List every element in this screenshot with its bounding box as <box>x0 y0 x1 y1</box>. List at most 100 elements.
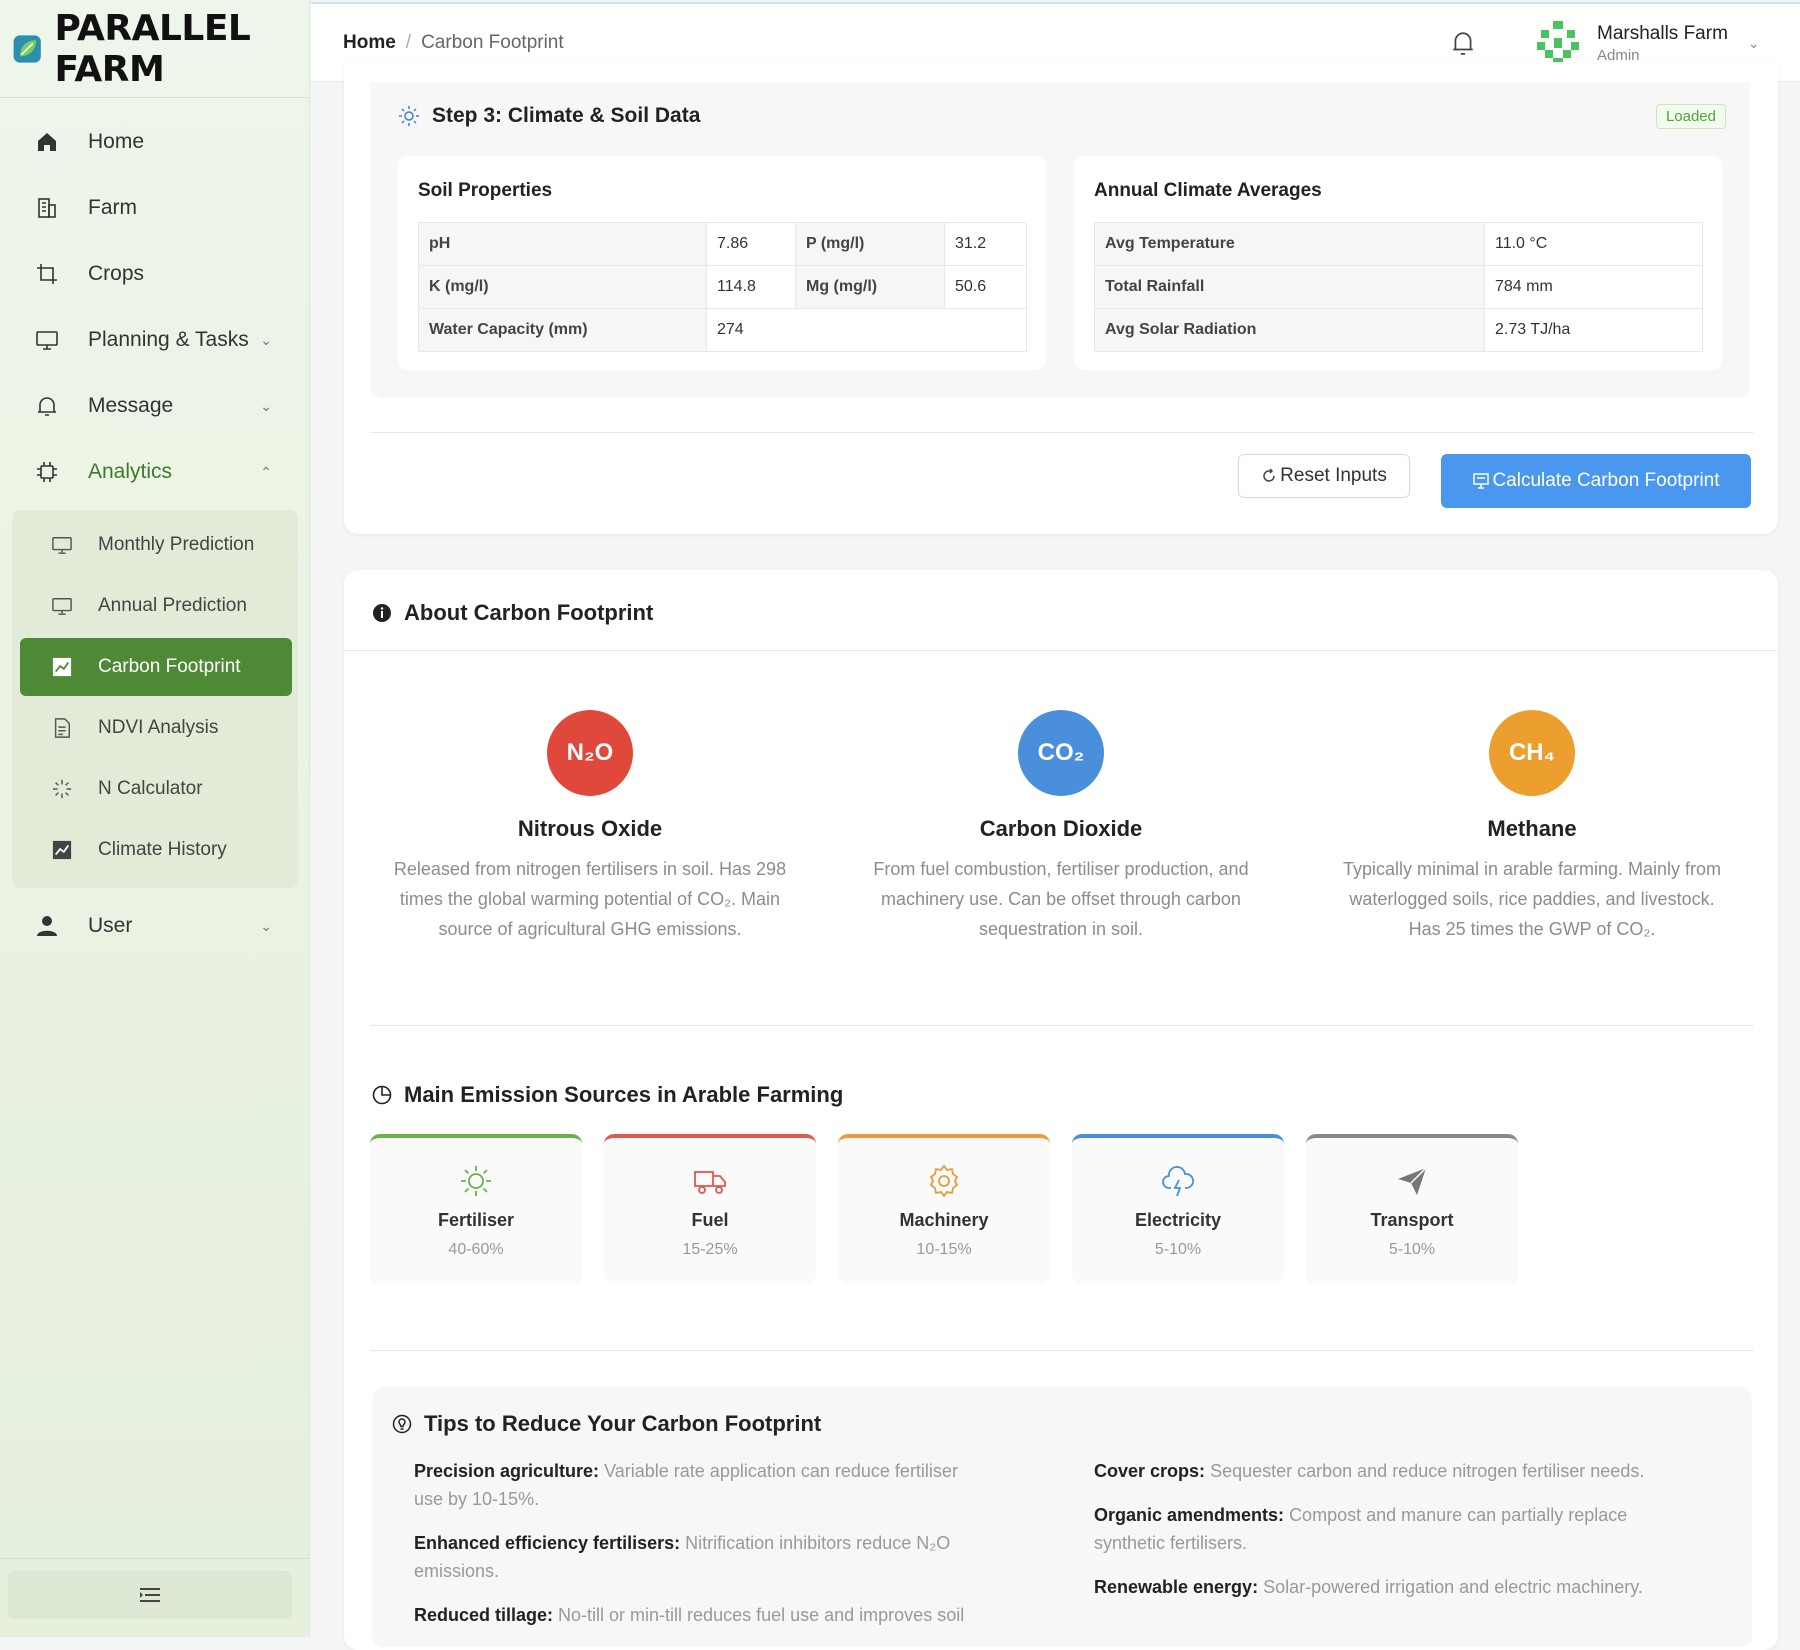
analytics-submenu: Monthly Prediction Annual Prediction Car… <box>12 510 298 888</box>
climate-averages-title: Annual Climate Averages <box>1094 180 1322 201</box>
bulb-icon <box>392 1414 412 1434</box>
sidebar-item-label: Farm <box>88 196 137 219</box>
sidebar-item-message[interactable]: Message ⌄ <box>20 378 290 434</box>
submenu-item-carbon-footprint[interactable]: Carbon Footprint <box>20 638 292 696</box>
home-icon <box>32 131 62 153</box>
gas-description: Typically minimal in arable farming. Mai… <box>1342 859 1722 939</box>
table-cell: Mg (mg/l) <box>795 265 945 309</box>
tip-text: Sequester carbon and reduce nitrogen fer… <box>1210 1461 1645 1481</box>
reload-icon <box>1263 468 1275 482</box>
breadcrumb-home[interactable]: Home <box>343 32 396 53</box>
table-cell: 784 mm <box>1484 265 1703 309</box>
soil-properties-table: pH 7.86 P (mg/l) 31.2 K (mg/l) 114.8 Mg … <box>418 222 1027 352</box>
chart-icon <box>52 657 78 677</box>
sidebar-item-label: Message <box>88 394 174 417</box>
notification-bell-icon[interactable] <box>1451 30 1475 61</box>
n2o-badge: N₂O <box>547 710 633 796</box>
tips-title: Tips to Reduce Your Carbon Footprint <box>392 1411 821 1437</box>
source-percentage: 40-60% <box>448 1241 504 1258</box>
sidebar-item-farm[interactable]: Farm <box>20 180 290 236</box>
breadcrumb-separator: / <box>405 32 412 53</box>
chevron-up-icon: ⌃ <box>260 463 272 480</box>
user-icon <box>32 915 62 937</box>
about-card: About Carbon Footprint N₂O Nitrous Oxide… <box>344 570 1778 1650</box>
tip-item: Cover crops: Sequester carbon and reduce… <box>1094 1457 1724 1485</box>
climate-averages-table: Avg Temperature 11.0 °C Total Rainfall 7… <box>1094 222 1703 352</box>
tip-item: Precision agriculture: Variable rate app… <box>414 1457 974 1513</box>
submenu-item-ndvi-analysis[interactable]: NDVI Analysis <box>20 699 292 757</box>
table-cell: pH <box>418 222 707 266</box>
leaf-logo-icon <box>13 34 41 63</box>
truck-icon <box>604 1164 816 1200</box>
gas-card-methane: CH₄ Methane Typically minimal in arable … <box>1332 710 1732 944</box>
sidebar-item-analytics[interactable]: Analytics ⌃ <box>20 444 290 500</box>
gas-description: From fuel combustion, fertiliser product… <box>873 859 1249 939</box>
chevron-down-icon: ⌄ <box>1747 34 1760 51</box>
ch4-badge: CH₄ <box>1489 710 1575 796</box>
emission-source-transport: Transport 5-10% <box>1306 1134 1518 1284</box>
submenu-item-label: Carbon Footprint <box>98 656 241 677</box>
table-cell: Total Rainfall <box>1094 265 1485 309</box>
table-row: Avg Temperature 11.0 °C <box>1094 222 1703 266</box>
table-cell: Water Capacity (mm) <box>418 308 707 352</box>
sidebar-item-crops[interactable]: Crops <box>20 246 290 302</box>
reset-inputs-label: Reset Inputs <box>1280 465 1387 486</box>
tip-title: Cover crops: <box>1094 1461 1206 1481</box>
table-row: pH 7.86 P (mg/l) 31.2 <box>418 222 1027 266</box>
table-cell: 2.73 TJ/ha <box>1484 308 1703 352</box>
sidebar-item-home[interactable]: Home <box>20 114 290 170</box>
send-icon <box>1306 1164 1518 1200</box>
document-icon <box>52 718 78 738</box>
submenu-item-annual-prediction[interactable]: Annual Prediction <box>20 577 292 635</box>
sidebar-item-planning[interactable]: Planning & Tasks ⌄ <box>20 312 290 368</box>
gear-icon <box>838 1164 1050 1200</box>
user-name: Marshalls Farm <box>1597 22 1728 44</box>
table-row: Water Capacity (mm) 274 <box>418 308 1027 352</box>
step3-section: Step 3: Climate & Soil Data Loaded Soil … <box>370 82 1750 398</box>
source-name: Electricity <box>1134 1210 1222 1230</box>
thunder-cloud-icon <box>1072 1164 1284 1200</box>
sidebar-collapse-button[interactable] <box>8 1571 292 1619</box>
chevron-down-icon: ⌄ <box>260 397 272 414</box>
tip-item: Organic amendments: Compost and manure c… <box>1094 1501 1694 1557</box>
table-cell: P (mg/l) <box>795 222 945 266</box>
sidebar-item-label: Home <box>88 130 145 153</box>
info-circle-icon <box>373 604 391 622</box>
co2-badge: CO₂ <box>1018 710 1104 796</box>
source-percentage: 15-25% <box>682 1241 738 1258</box>
sidebar-item-user[interactable]: User ⌄ <box>20 898 290 954</box>
submenu-item-n-calculator[interactable]: N Calculator <box>20 760 292 818</box>
tip-item: Renewable energy: Solar-powered irrigati… <box>1094 1573 1724 1601</box>
submenu-item-monthly-prediction[interactable]: Monthly Prediction <box>20 516 292 574</box>
submenu-item-label: Annual Prediction <box>98 595 247 616</box>
source-name: Fertiliser <box>437 1210 515 1230</box>
step3-title: Step 3: Climate & Soil Data <box>398 104 700 128</box>
source-name: Transport <box>1370 1210 1454 1230</box>
chip-icon <box>32 461 62 483</box>
sidebar-divider <box>0 1558 309 1559</box>
avatar <box>1534 19 1582 67</box>
submenu-item-climate-history[interactable]: Climate History <box>20 821 292 879</box>
sidebar-item-label: Crops <box>88 262 145 285</box>
divider <box>370 1025 1754 1026</box>
tip-text: Solar-powered irrigation and electric ma… <box>1263 1577 1643 1597</box>
climate-averages-panel: Annual Climate Averages Avg Temperature … <box>1074 156 1722 370</box>
crop-icon <box>32 263 62 285</box>
reset-inputs-button[interactable]: Reset Inputs <box>1238 454 1410 498</box>
logo[interactable]: PARALLEL FARM <box>0 0 309 98</box>
chart-icon <box>52 840 78 860</box>
calculate-carbon-footprint-button[interactable]: Calculate Carbon Footprint <box>1441 454 1751 508</box>
chevron-down-icon: ⌄ <box>260 331 272 348</box>
divider <box>370 432 1754 433</box>
gas-name: Methane <box>1487 816 1577 841</box>
pie-chart-icon <box>372 1085 392 1105</box>
status-badge: Loaded <box>1655 104 1726 129</box>
source-percentage: 5-10% <box>1154 1241 1202 1258</box>
tip-title: Precision agriculture: <box>414 1461 600 1481</box>
sidebar-item-label: User <box>88 914 133 937</box>
source-percentage: 10-15% <box>916 1241 972 1258</box>
menu-fold-icon <box>140 1588 160 1602</box>
user-menu[interactable]: Marshalls Farm Admin ⌄ <box>1533 18 1760 68</box>
soil-properties-panel: Soil Properties pH 7.86 P (mg/l) 31.2 K … <box>398 156 1046 370</box>
user-role: Admin <box>1597 46 1640 64</box>
